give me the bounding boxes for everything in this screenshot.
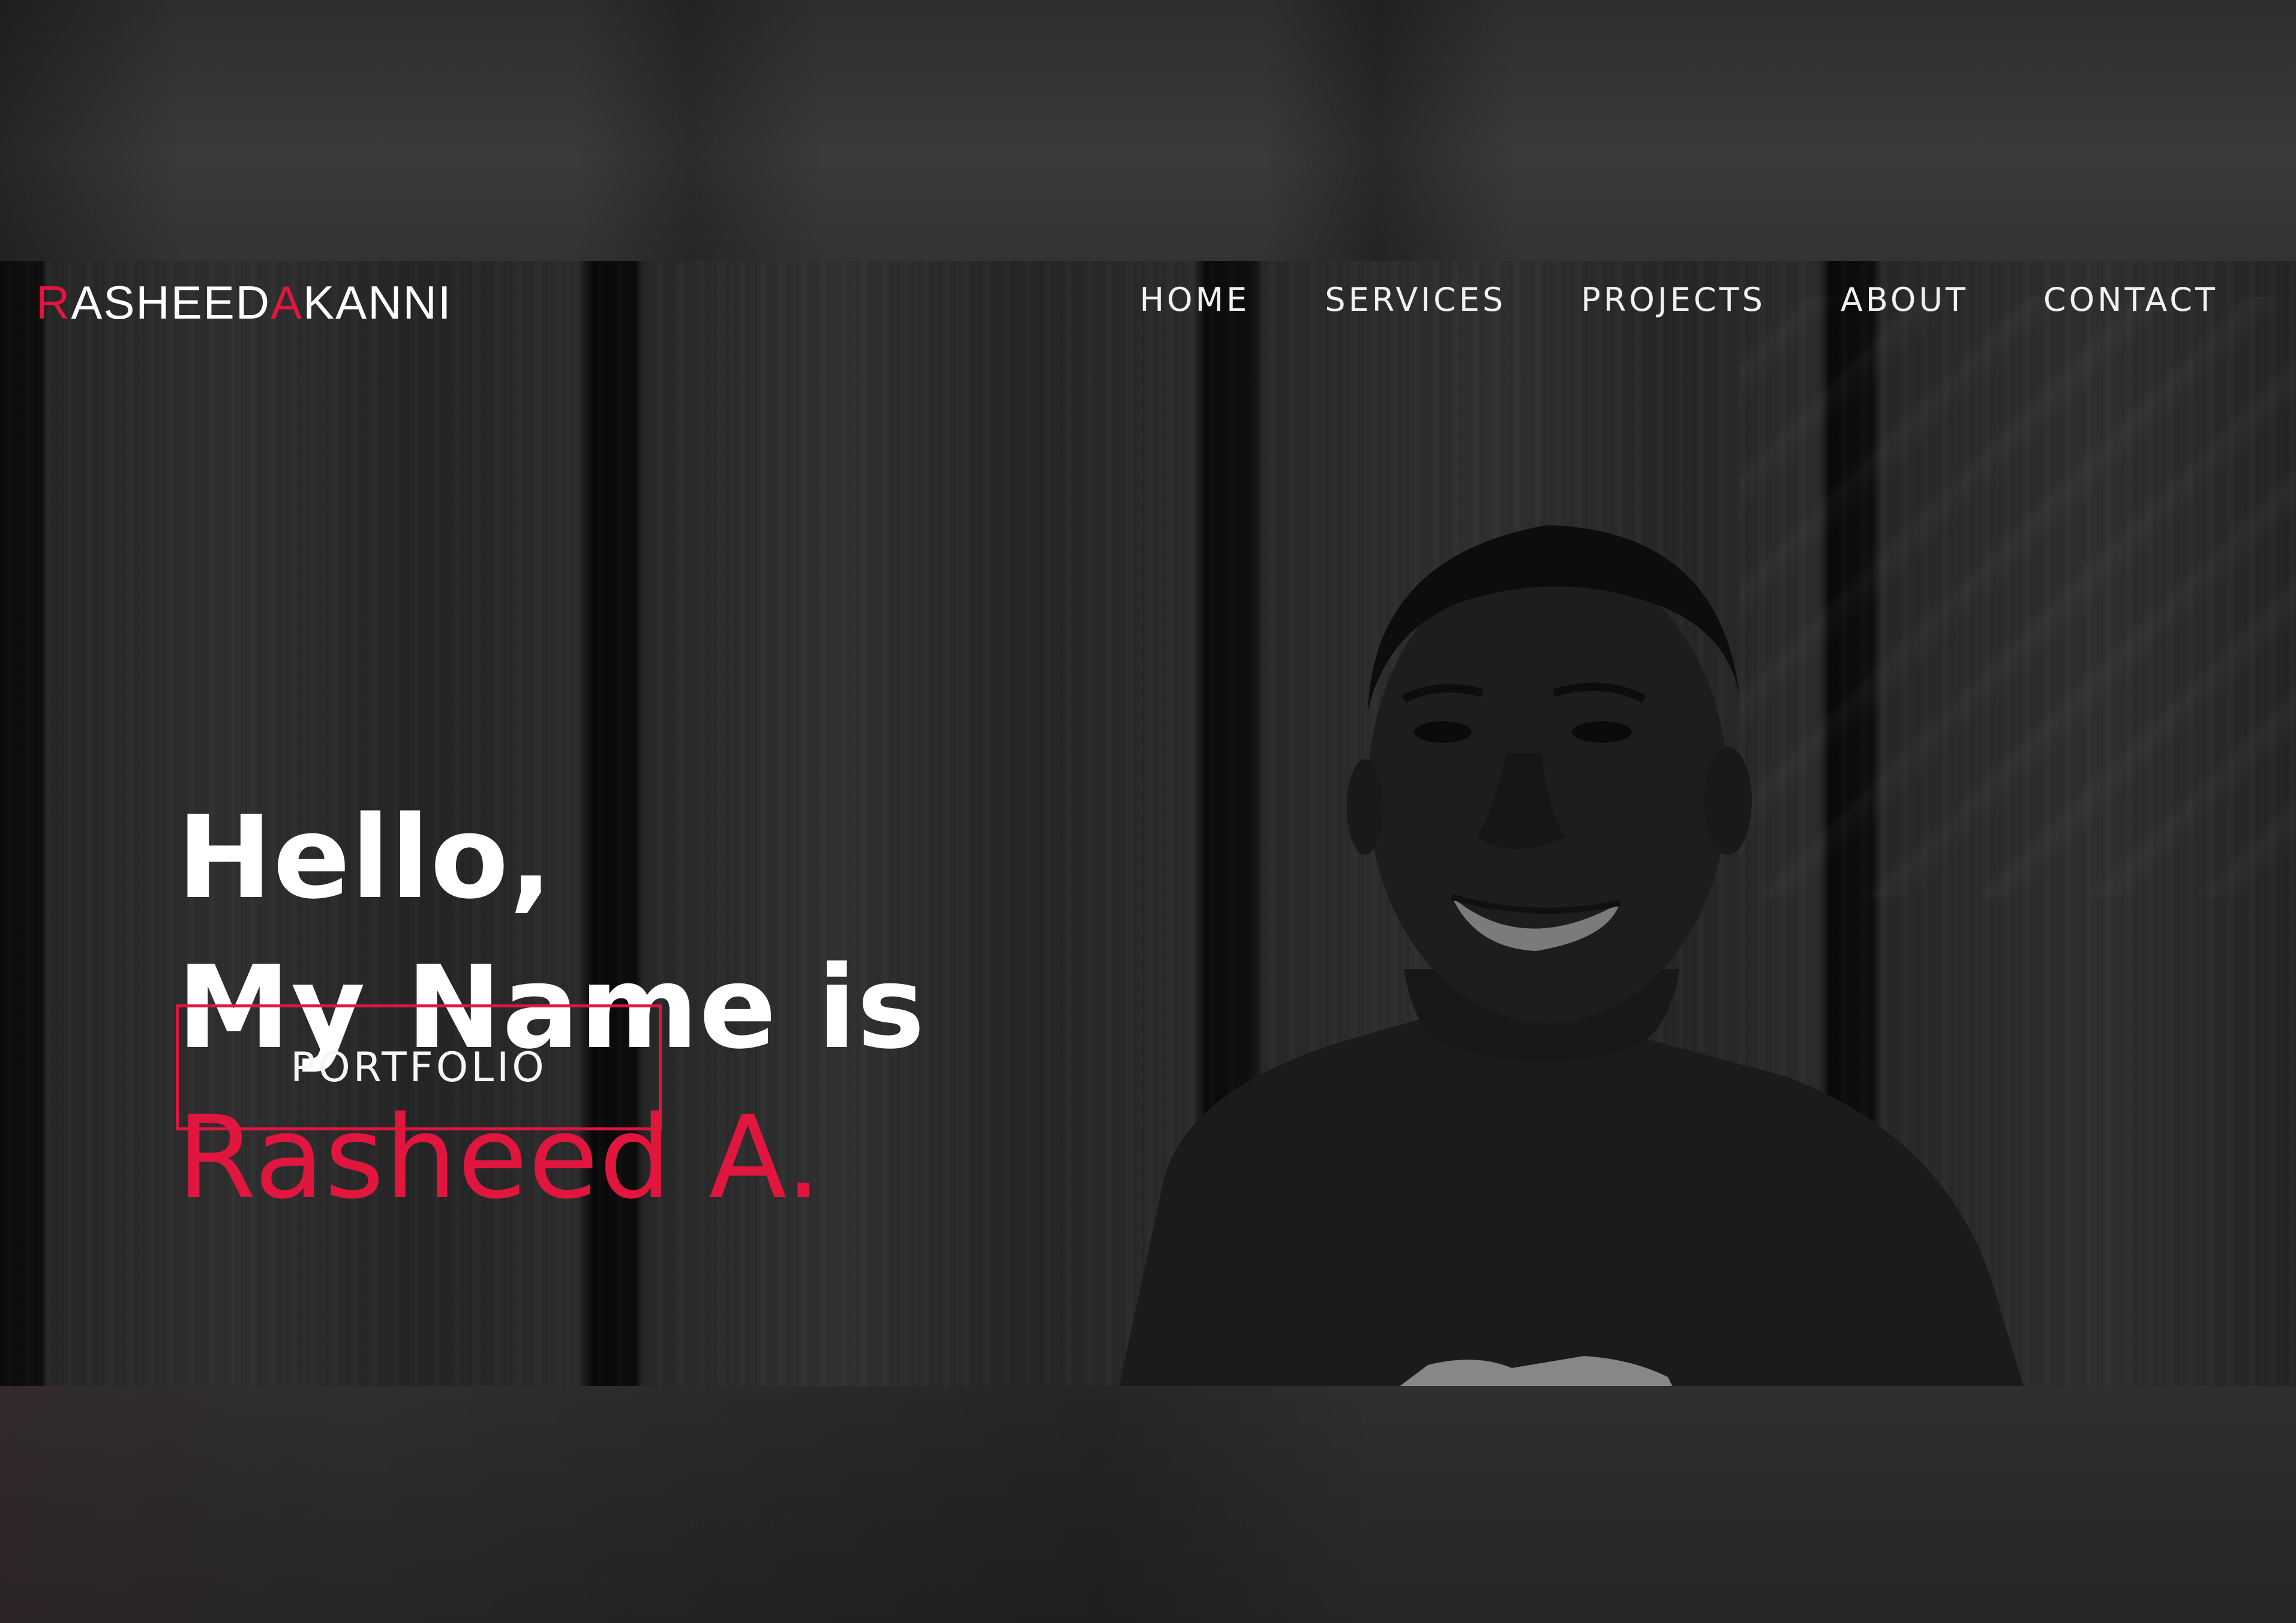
blurred-backdrop-bottom: [0, 1386, 2296, 1623]
nav-services[interactable]: SERVICES: [1325, 284, 1506, 316]
logo-letter-r: R: [36, 276, 71, 329]
hero-section: Hello, My Name is Rasheed A. PORTFOLIO: [0, 261, 2296, 1386]
site-logo[interactable]: RASHEEDAKANNI: [36, 279, 452, 326]
nav-contact[interactable]: CONTACT: [2043, 284, 2218, 316]
greeting-line: Hello,: [177, 791, 553, 924]
logo-word-kanni: KANNI: [303, 276, 452, 329]
logo-word-rasheed: ASHEED: [71, 276, 271, 329]
screenshot-frame: Hello, My Name is Rasheed A. PORTFOLIO R…: [0, 0, 2296, 1623]
top-navigation-bar: RASHEEDAKANNI HOME SERVICES PROJECTS ABO…: [0, 261, 2296, 345]
nav-home[interactable]: HOME: [1139, 284, 1250, 316]
portfolio-button[interactable]: PORTFOLIO: [176, 1004, 662, 1130]
nav-projects[interactable]: PROJECTS: [1581, 284, 1766, 316]
blurred-backdrop-top: [0, 0, 2296, 261]
nav-about[interactable]: ABOUT: [1841, 284, 1968, 316]
main-nav: HOME SERVICES PROJECTS ABOUT CONTACT: [1064, 284, 2218, 316]
logo-letter-a: A: [271, 276, 304, 329]
